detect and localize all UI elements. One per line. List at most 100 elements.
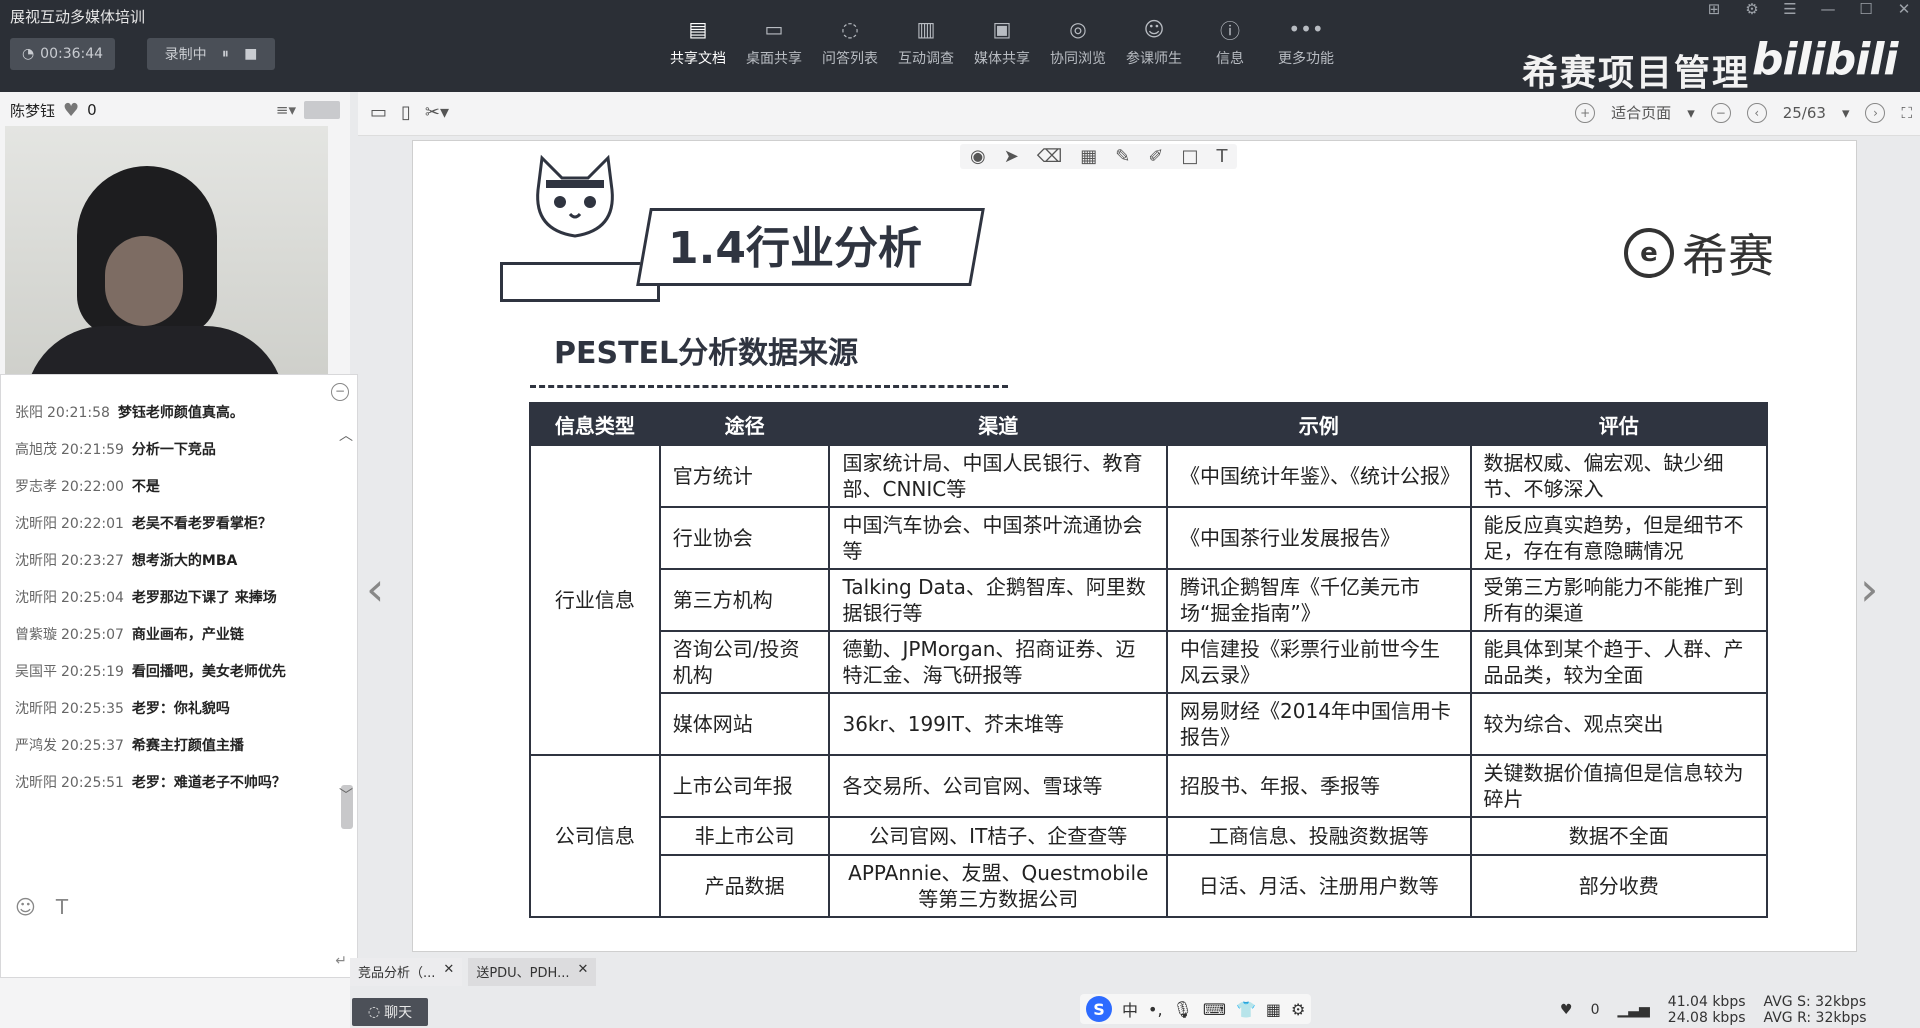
next-slide-icon[interactable]: › bbox=[1860, 562, 1878, 616]
chat-message: 沈昕阳 20:22:01 老吴不看老罗看掌柜？ bbox=[15, 512, 335, 537]
skin-icon[interactable]: 👕 bbox=[1236, 1000, 1256, 1019]
heart-icon[interactable]: ♥ bbox=[63, 100, 79, 121]
file-icon[interactable]: ▯ bbox=[401, 102, 411, 123]
doc-tab[interactable]: 送PDU、PDH... ✕ bbox=[468, 958, 597, 986]
evaluation-cell: 关键数据价值搞但是信息较为碎片 bbox=[1469, 754, 1769, 818]
source-cell: 中国汽车协会、中国茶叶流通协会等 bbox=[828, 506, 1169, 570]
doc-tab-label: 竞品分析（... bbox=[358, 966, 436, 981]
chat-author: 沈昕阳 bbox=[15, 553, 57, 569]
ime-language[interactable]: 中 bbox=[1122, 997, 1138, 1021]
cat-mascot-icon bbox=[536, 154, 614, 238]
toolbar-desktop-share-button[interactable]: ▭ 桌面共享 bbox=[736, 14, 812, 68]
chat-tab-button[interactable]: ◌ 聊天 bbox=[352, 998, 428, 1026]
example-cell: 招股书、年报、季报等 bbox=[1166, 754, 1472, 818]
evaluation-cell: 数据权威、偏宏观、缺少细节、不够深入 bbox=[1469, 444, 1769, 508]
eraser-icon[interactable]: ⌫ bbox=[1037, 146, 1062, 167]
toolbar-qa-button[interactable]: ◌ 问答列表 bbox=[812, 14, 888, 68]
record-icon[interactable]: ◉ bbox=[970, 146, 986, 167]
chat-scrollbar[interactable]: ︿ ﹀ bbox=[339, 425, 353, 855]
doc-tab[interactable]: 竞品分析（... ✕ bbox=[350, 958, 463, 986]
settings-icon[interactable]: ⚙ bbox=[1742, 0, 1762, 18]
slide-title: 1.4行业分析 bbox=[668, 223, 922, 274]
keyboard-icon[interactable]: ⌨ bbox=[1203, 1000, 1226, 1019]
chat-message: 高旭茂 20:21:59 分析一下竞品 bbox=[15, 438, 335, 463]
chevron-down-icon[interactable]: ▾ bbox=[1842, 104, 1850, 122]
example-cell: 工商信息、投融资数据等 bbox=[1166, 816, 1472, 856]
chat-message: 沈昕阳 20:23:27 想考浙大的MBA bbox=[15, 549, 335, 574]
timer-button[interactable]: ◔ 00:36:44 bbox=[10, 38, 115, 70]
minimize-icon[interactable]: — bbox=[1818, 0, 1838, 18]
heart-icon[interactable]: ♥ bbox=[1560, 1002, 1573, 1018]
channel-type-cell: 上市公司年报 bbox=[658, 754, 831, 818]
layout-icon[interactable]: ⊞ bbox=[1704, 0, 1724, 18]
presenter-bar: 陈梦钰 ♥ 0 ≡▾ bbox=[0, 92, 350, 128]
avg-send: AVG S: 32kbps bbox=[1763, 994, 1867, 1010]
emoji-icon[interactable]: ☺ bbox=[15, 895, 36, 919]
toolbar-media-button[interactable]: ▣ 媒体共享 bbox=[964, 14, 1040, 68]
left-panel: 陈梦钰 ♥ 0 ≡▾ − 张阳 20:21:58 梦钰老师颜值真高。 高旭茂 20:21… bbox=[0, 92, 358, 1028]
source-cell: 36kr、199IT、芥末堆等 bbox=[828, 692, 1169, 756]
chat-text: 商业画布，产业链 bbox=[131, 627, 244, 643]
pause-icon[interactable]: ⏸ bbox=[222, 46, 229, 62]
toolbar-people-button[interactable]: ☺ 参课师生 bbox=[1116, 14, 1192, 68]
document-tabs: 竞品分析（... ✕ 送PDU、PDH... ✕ bbox=[350, 958, 597, 986]
page-indicator[interactable]: 25/63 bbox=[1783, 104, 1826, 122]
chat-message: 沈昕阳 20:25:51 老罗：难道老子不帅吗？ bbox=[15, 771, 335, 796]
prev-page-icon[interactable]: ‹ bbox=[1746, 102, 1767, 123]
text-format-icon[interactable]: T bbox=[56, 895, 68, 919]
punctuation-icon[interactable]: •, bbox=[1148, 1000, 1163, 1019]
chat-message: 罗志孝 20:22:00 不是 bbox=[15, 475, 335, 500]
menu-icon[interactable]: ☰ bbox=[1780, 0, 1800, 18]
list-menu-icon[interactable]: ≡▾ bbox=[276, 101, 296, 119]
settings-icon[interactable]: ⚙ bbox=[1291, 1000, 1305, 1019]
source-cell: Talking Data、企鹅智库、阿里数据银行等 bbox=[828, 568, 1169, 632]
toolbar-compass-button[interactable]: ◎ 协同浏览 bbox=[1040, 14, 1116, 68]
toolbar-more-button[interactable]: ••• 更多功能 bbox=[1268, 14, 1344, 68]
zoom-in-icon[interactable]: + bbox=[1575, 102, 1596, 123]
chat-author: 张阳 bbox=[15, 405, 43, 421]
microphone-icon[interactable]: 🎙 bbox=[1173, 1000, 1193, 1019]
collapse-icon[interactable]: − bbox=[331, 383, 349, 401]
sogou-icon[interactable]: S bbox=[1086, 996, 1112, 1022]
close-icon[interactable]: ✕ bbox=[1894, 0, 1914, 18]
pointer-icon[interactable]: ➤ bbox=[1004, 146, 1019, 167]
rectangle-icon[interactable]: □ bbox=[1181, 146, 1198, 167]
scissors-icon[interactable]: ✂▾ bbox=[425, 102, 449, 123]
fit-select[interactable]: 适合页面 bbox=[1611, 102, 1671, 123]
recording-control[interactable]: 录制中 ⏸ ■ bbox=[147, 38, 275, 70]
text-tool-icon[interactable]: T bbox=[1216, 146, 1227, 167]
pen-icon[interactable]: ✐ bbox=[1148, 146, 1163, 167]
apps-icon[interactable]: ▦ bbox=[1266, 1000, 1281, 1019]
video-option-button[interactable] bbox=[304, 101, 340, 119]
toolbar-label: 桌面共享 bbox=[746, 51, 802, 67]
stop-icon[interactable]: ■ bbox=[244, 46, 257, 62]
previous-slide-icon[interactable]: ‹ bbox=[366, 562, 384, 616]
fullscreen-icon[interactable]: ⛶ bbox=[1901, 104, 1912, 122]
chat-time: 20:23:27 bbox=[61, 553, 124, 569]
highlighter-icon[interactable]: ✎ bbox=[1115, 146, 1130, 167]
bilibili-logo: bilibili bbox=[1752, 34, 1898, 85]
toolbar-document-button[interactable]: ▤ 共享文档 bbox=[660, 14, 736, 68]
chat-time: 20:22:01 bbox=[61, 516, 124, 532]
zoom-out-icon[interactable]: − bbox=[1710, 102, 1731, 123]
next-page-icon[interactable]: › bbox=[1865, 102, 1886, 123]
close-icon[interactable]: ✕ bbox=[577, 962, 588, 982]
chat-text: 分析一下竞品 bbox=[131, 442, 216, 458]
toolbar-label: 协同浏览 bbox=[1050, 51, 1106, 67]
chat-author: 吴国平 bbox=[15, 664, 57, 680]
stamp-icon[interactable]: ▦ bbox=[1080, 146, 1097, 167]
folder-icon[interactable]: ▭ bbox=[370, 102, 387, 123]
ime-toolbar: S 中 •, 🎙 ⌨ 👕 ▦ ⚙ bbox=[1080, 994, 1312, 1024]
toolbar-label: 共享文档 bbox=[670, 51, 726, 67]
qa-icon: ◌ bbox=[841, 17, 859, 41]
chevron-down-icon[interactable]: ▾ bbox=[1687, 104, 1695, 122]
maximize-icon[interactable]: ☐ bbox=[1856, 0, 1876, 18]
toolbar-info-button[interactable]: ⓘ 信息 bbox=[1192, 14, 1268, 68]
chat-author: 罗志孝 bbox=[15, 479, 57, 495]
send-icon[interactable]: ↵ bbox=[335, 953, 347, 969]
toolbar-survey-button[interactable]: ▥ 互动调查 bbox=[888, 14, 964, 68]
chat-time: 20:21:59 bbox=[61, 442, 124, 458]
chevron-down-icon[interactable]: ﹀ bbox=[339, 785, 353, 805]
chevron-up-icon[interactable]: ︿ bbox=[339, 425, 353, 445]
close-icon[interactable]: ✕ bbox=[443, 962, 454, 982]
